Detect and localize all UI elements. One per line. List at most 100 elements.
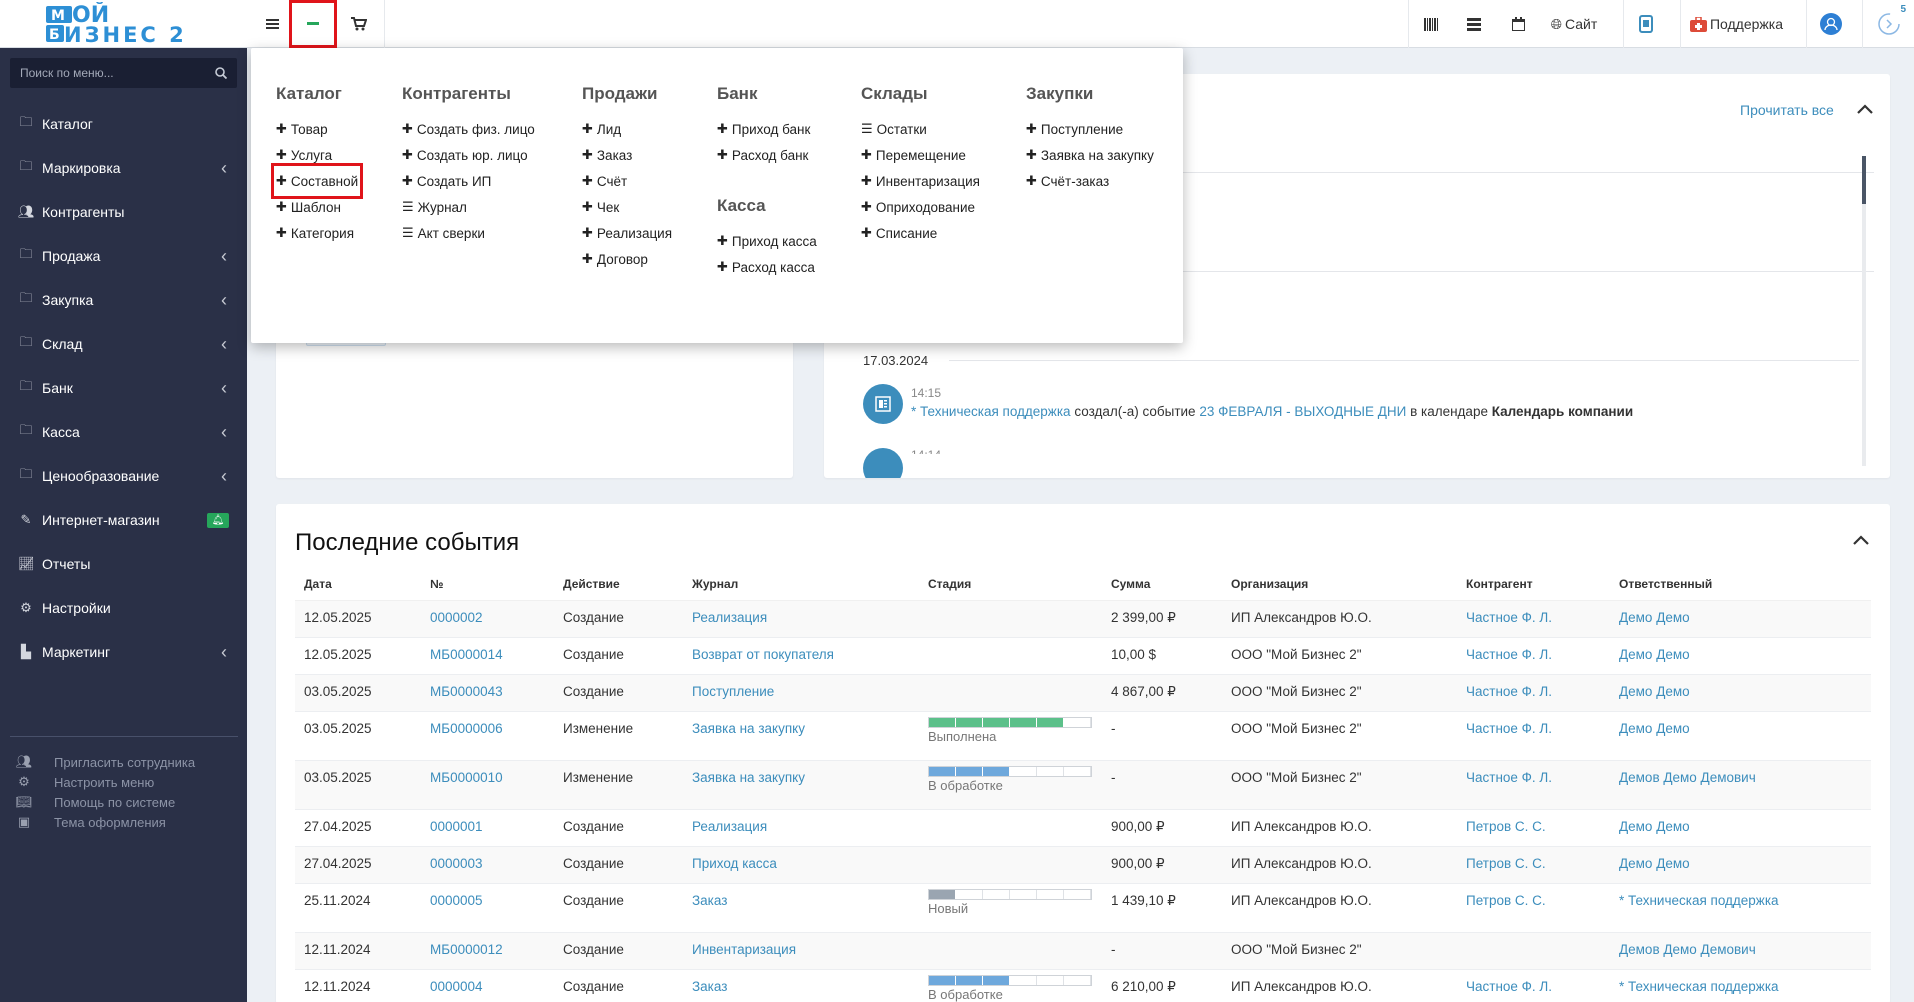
menu-item-composite[interactable]: ✚ Составной <box>270 163 364 199</box>
mobile-app-button[interactable] <box>1623 0 1667 48</box>
column-header[interactable]: Ответственный <box>1610 568 1871 601</box>
cart-button[interactable] <box>340 0 378 48</box>
sidebar-item[interactable]: 🗀 Продажа ‹ <box>0 234 247 278</box>
cell-journal[interactable]: Возврат от покупателя <box>683 636 919 674</box>
cell-journal[interactable]: Инвентаризация <box>683 931 919 969</box>
cell-resp[interactable]: Демо Демо <box>1610 808 1871 846</box>
menu-item[interactable]: ☰ Остатки <box>861 116 980 142</box>
cell-num[interactable]: МБ0000043 <box>421 673 554 711</box>
cell-journal[interactable]: Заявка на закупку <box>683 759 919 809</box>
cell-num[interactable]: МБ0000014 <box>421 636 554 674</box>
menu-item[interactable]: ✚ Категория <box>276 220 358 246</box>
cell-resp[interactable]: Демо Демо <box>1610 673 1871 711</box>
table-row[interactable]: 03.05.2025 МБ0000006 Изменение Заявка на за… <box>295 710 1871 760</box>
cell-resp[interactable]: Демов Демо Демович <box>1610 759 1871 809</box>
table-row[interactable]: 12.11.2024 МБ0000012 Создание Инвентаризаци… <box>295 931 1871 969</box>
theme-link[interactable]: ▣ Тема оформления <box>14 812 195 832</box>
cell-num[interactable]: МБ0000006 <box>421 710 554 760</box>
sidebar-item[interactable]: 📈︎ Отчеты <box>0 542 247 586</box>
cell-journal[interactable]: Заказ <box>683 882 919 932</box>
cell-journal[interactable]: Поступление <box>683 673 919 711</box>
cell-num[interactable]: 0000004 <box>421 968 554 1002</box>
collapse-icon[interactable] <box>1853 535 1869 545</box>
column-header[interactable]: Стадия <box>919 568 1102 601</box>
cell-num[interactable]: 0000003 <box>421 845 554 883</box>
menu-item[interactable]: ✚ Перемещение <box>861 142 980 168</box>
server-button[interactable] <box>1452 0 1496 48</box>
cell-journal[interactable]: Приход касса <box>683 845 919 883</box>
cell-contractor[interactable]: Частное Ф. Л. <box>1457 599 1610 637</box>
cell-journal[interactable]: Заявка на закупку <box>683 710 919 760</box>
menu-item[interactable]: ✚ Лид <box>582 116 672 142</box>
menu-item[interactable]: ✚ Создать ИП <box>402 168 535 194</box>
cell-num[interactable]: 0000001 <box>421 808 554 846</box>
cell-contractor[interactable]: Петров С. С. <box>1457 845 1610 883</box>
cell-num[interactable]: МБ0000010 <box>421 759 554 809</box>
menu-item[interactable]: ✚ Чек <box>582 194 672 220</box>
menu-item[interactable]: ✚ Создать физ. лицо <box>402 116 535 142</box>
cell-resp[interactable]: Демо Демо <box>1610 845 1871 883</box>
quick-create-button[interactable] <box>289 0 337 48</box>
sidebar-item[interactable]: 🗀 Закупка ‹ <box>0 278 247 322</box>
table-row[interactable]: 12.05.2025 0000002 Создание Реализация 2 399… <box>295 599 1871 637</box>
event-author-link[interactable]: * Техническая поддержка <box>911 404 1071 419</box>
menu-item[interactable]: ✚ Услуга <box>276 142 358 168</box>
column-header[interactable]: Сумма <box>1102 568 1222 601</box>
cell-resp[interactable]: Демо Демо <box>1610 599 1871 637</box>
column-header[interactable]: № <box>421 568 554 601</box>
menu-item[interactable]: ✚ Договор <box>582 246 672 272</box>
table-row[interactable]: 27.04.2025 0000003 Создание Приход касса 900… <box>295 845 1871 883</box>
cell-num[interactable]: 0000002 <box>421 599 554 637</box>
logo[interactable]: М ОЙ Б ИЗНЕС 2 <box>0 0 249 48</box>
cell-contractor[interactable] <box>1457 931 1610 969</box>
cell-resp[interactable]: Демов Демо Демович <box>1610 931 1871 969</box>
cell-contractor[interactable]: Частное Ф. Л. <box>1457 710 1610 760</box>
menu-item[interactable]: ✚ Приход касса <box>717 228 817 254</box>
menu-item[interactable]: ☰ Акт сверки <box>402 220 535 246</box>
sidebar-item[interactable]: ⚙︎ Настройки <box>0 586 247 630</box>
configure-menu-link[interactable]: ⚙︎ Настроить меню <box>14 772 195 792</box>
sidebar-item[interactable]: 🗀 Ценообразование ‹ <box>0 454 247 498</box>
cell-journal[interactable]: Реализация <box>683 808 919 846</box>
cell-contractor[interactable]: Петров С. С. <box>1457 808 1610 846</box>
read-all-link[interactable]: Прочитать все <box>1740 102 1834 118</box>
sidebar-item[interactable]: 👥︎ Контрагенты <box>0 190 247 234</box>
cell-contractor[interactable]: Частное Ф. Л. <box>1457 636 1610 674</box>
cell-contractor[interactable]: Частное Ф. Л. <box>1457 968 1610 1002</box>
cell-resp[interactable]: * Техническая поддержка <box>1610 968 1871 1002</box>
menu-item[interactable]: ✚ Приход банк <box>717 116 810 142</box>
sidebar-item[interactable]: ✎ Интернет-магазин 🔔︎ <box>0 498 247 542</box>
barcode-button[interactable] <box>1408 0 1452 48</box>
search-icon[interactable] <box>215 67 227 79</box>
menu-item[interactable]: ✚ Заказ <box>582 142 672 168</box>
collapse-icon[interactable] <box>1857 104 1873 114</box>
column-header[interactable]: Журнал <box>683 568 919 601</box>
column-header[interactable]: Контрагент <box>1457 568 1610 601</box>
menu-item[interactable]: ✚ Шаблон <box>276 194 358 220</box>
user-menu-button[interactable] <box>1806 0 1854 48</box>
sidebar-item[interactable]: ▙ Маркетинг ‹ <box>0 630 247 674</box>
cell-num[interactable]: 0000005 <box>421 882 554 932</box>
menu-item[interactable]: ✚ Реализация <box>582 220 672 246</box>
cell-journal[interactable]: Заказ <box>683 968 919 1002</box>
table-row[interactable]: 12.11.2024 0000004 Создание Заказ В обработк… <box>295 968 1871 1002</box>
notifications-button[interactable]: 5 <box>1862 0 1914 48</box>
help-link[interactable]: 📖︎ Помощь по системе <box>14 792 195 812</box>
invite-employee-link[interactable]: 👥︎ Пригласить сотрудника <box>14 752 195 772</box>
sidebar-item[interactable]: 🗀 Банк ‹ <box>0 366 247 410</box>
menu-search-input[interactable] <box>20 66 200 80</box>
cell-resp[interactable]: Демо Демо <box>1610 710 1871 760</box>
menu-item[interactable]: ✚ Заявка на закупку <box>1026 142 1154 168</box>
cell-resp[interactable]: Демо Демо <box>1610 636 1871 674</box>
cell-resp[interactable]: * Техническая поддержка <box>1610 882 1871 932</box>
menu-item[interactable]: ✚ Расход банк <box>717 142 810 168</box>
menu-item[interactable]: ✚ Поступление <box>1026 116 1154 142</box>
column-header[interactable]: Дата <box>295 568 421 601</box>
menu-item[interactable]: ☰ Журнал <box>402 194 535 220</box>
support-button[interactable]: Поддержка <box>1680 0 1792 48</box>
table-row[interactable]: 03.05.2025 МБ0000010 Изменение Заявка на за… <box>295 759 1871 809</box>
column-header[interactable]: Действие <box>554 568 683 601</box>
menu-item[interactable]: ✚ Счёт <box>582 168 672 194</box>
menu-item[interactable]: ✚ Создать юр. лицо <box>402 142 535 168</box>
table-row[interactable]: 27.04.2025 0000001 Создание Реализация 900,0… <box>295 808 1871 846</box>
